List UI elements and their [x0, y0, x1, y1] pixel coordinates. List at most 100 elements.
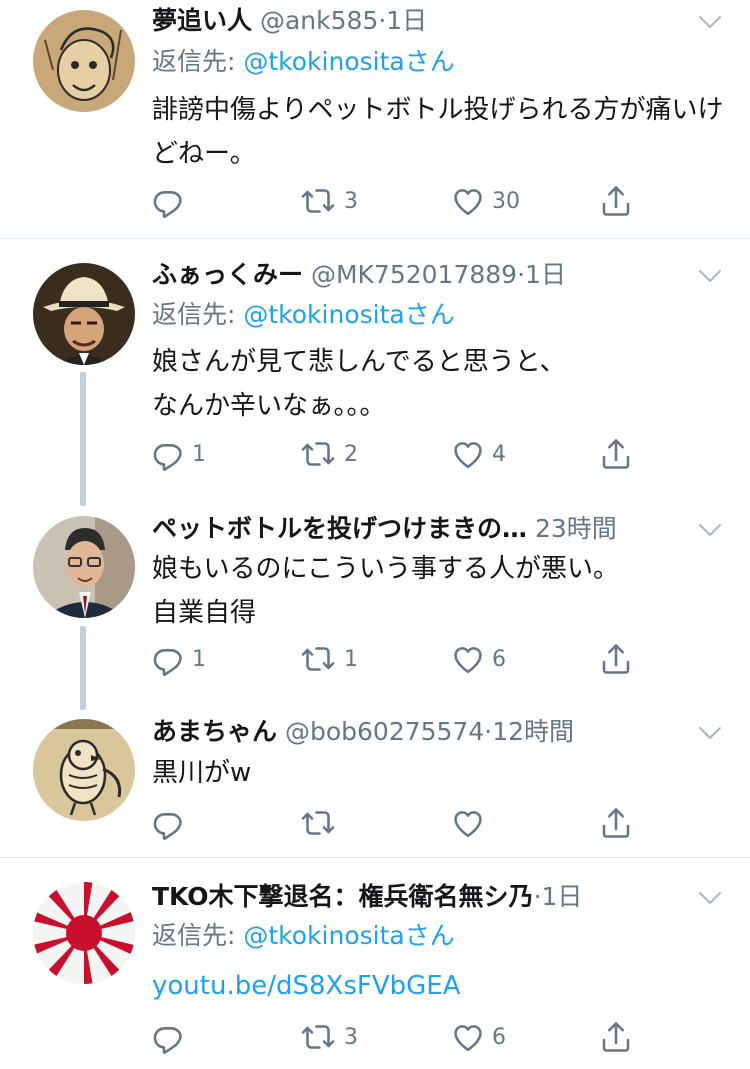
- tweet-text-line: 娘さんが見て悲しんでると思うと、: [152, 347, 566, 377]
- retweet-icon: [298, 1019, 338, 1055]
- like-button[interactable]: 30: [450, 179, 520, 223]
- chevron-down-icon[interactable]: [695, 266, 725, 286]
- tweet-text: 娘もいるのにこういう事する人が悪い。 自業自得: [152, 547, 727, 635]
- tweet-header: ペットボトルを投げつけまきの… 23時間: [152, 512, 617, 546]
- timestamp[interactable]: 1日: [525, 260, 566, 289]
- retweet-count: 3: [344, 188, 358, 214]
- share-button[interactable]: [598, 179, 634, 223]
- like-count: 6: [492, 1024, 506, 1050]
- tweet-text: 黒川がw: [152, 758, 252, 788]
- retweet-button[interactable]: 1: [298, 637, 358, 681]
- reply-button[interactable]: [150, 1015, 192, 1059]
- tweet-text-line: 自業自得: [152, 598, 257, 628]
- display-name[interactable]: ふぁっくみー: [152, 260, 303, 289]
- tweet-text: 娘さんが見て悲しんでると思うと、 なんか辛いなぁ。。。: [152, 340, 727, 428]
- replying-to: 返信先: @tkokinositaさん: [152, 919, 455, 953]
- tweet[interactable]: ペットボトルを投げつけまきの… 23時間 娘もいるのにこういう事する人が悪い。 …: [0, 500, 750, 700]
- retweet-icon: [298, 183, 338, 219]
- mention-suffix[interactable]: さん: [405, 47, 455, 76]
- timestamp[interactable]: 1日: [386, 6, 427, 35]
- retweet-button[interactable]: 3: [298, 179, 358, 223]
- reply-button[interactable]: [150, 801, 192, 845]
- chevron-down-icon[interactable]: [695, 12, 725, 32]
- like-icon: [450, 436, 486, 472]
- display-name[interactable]: 夢追い人: [152, 6, 252, 35]
- reply-button[interactable]: 1: [150, 637, 206, 681]
- tweet-link[interactable]: youtu.be/dS8XsFVbGEA: [152, 971, 460, 1001]
- like-count: 4: [492, 441, 506, 467]
- timestamp[interactable]: 1日: [542, 882, 583, 911]
- mention-link[interactable]: @tkokinosita: [243, 47, 404, 76]
- avatar[interactable]: [33, 516, 135, 618]
- avatar[interactable]: [33, 10, 135, 112]
- like-icon: [450, 641, 486, 677]
- like-button[interactable]: 6: [450, 1015, 506, 1059]
- tweet-header: あまちゃん @bob60275574·12時間: [152, 715, 574, 749]
- share-icon: [598, 183, 634, 219]
- tweet-actions: 1 1 6: [0, 637, 750, 681]
- like-icon: [450, 1019, 486, 1055]
- tweet[interactable]: ふぁっくみー @MK752017889·1日 返信先: @tkokinosita…: [0, 239, 750, 489]
- separator-dot: ·: [484, 717, 493, 746]
- reply-prefix: 返信先:: [152, 47, 244, 76]
- timestamp[interactable]: 12時間: [492, 717, 574, 746]
- chevron-down-icon[interactable]: [695, 520, 725, 540]
- mention-suffix[interactable]: さん: [405, 300, 455, 329]
- retweet-icon: [298, 436, 338, 472]
- retweet-icon: [298, 641, 338, 677]
- replying-to: 返信先: @tkokinositaさん: [152, 298, 455, 332]
- retweet-count: 2: [344, 441, 358, 467]
- reply-icon: [150, 805, 186, 841]
- share-icon: [598, 436, 634, 472]
- share-button[interactable]: [598, 432, 634, 476]
- tweet-text: youtu.be/dS8XsFVbGEA: [152, 964, 727, 1008]
- avatar[interactable]: [33, 263, 135, 365]
- retweet-icon: [298, 805, 338, 841]
- like-count: 6: [492, 646, 506, 672]
- retweet-count: 3: [344, 1024, 358, 1050]
- mention-link[interactable]: @tkokinosita: [243, 300, 404, 329]
- reply-button[interactable]: [150, 179, 192, 223]
- reply-icon: [150, 641, 186, 677]
- chevron-down-icon[interactable]: [695, 723, 725, 743]
- display-name[interactable]: あまちゃん: [152, 717, 277, 746]
- reply-prefix: 返信先:: [152, 300, 244, 329]
- mention-link[interactable]: @tkokinosita: [243, 921, 404, 950]
- retweet-button[interactable]: [298, 801, 344, 845]
- reply-prefix: 返信先:: [152, 921, 244, 950]
- like-icon: [450, 805, 486, 841]
- reply-count: 1: [192, 441, 206, 467]
- share-button[interactable]: [598, 1015, 634, 1059]
- tweet-header: TKO木下撃退名：権兵衛名無シ乃·1日: [152, 880, 582, 914]
- retweet-button[interactable]: 3: [298, 1015, 358, 1059]
- separator-dot: ·: [533, 882, 542, 911]
- tweet-text: 誹謗中傷よりペットボトル投げられる方が痛いけどねー。: [152, 95, 724, 169]
- display-name[interactable]: TKO木下撃退名：権兵衛名無シ乃: [152, 882, 534, 911]
- tweet-text-line: なんか辛いなぁ。。。: [152, 391, 386, 421]
- reply-icon: [150, 1019, 186, 1055]
- tweet[interactable]: あまちゃん @bob60275574·12時間 黒川がw: [0, 705, 750, 858]
- avatar[interactable]: [33, 882, 135, 984]
- tweet-actions: [0, 801, 750, 845]
- mention-suffix[interactable]: さん: [405, 921, 455, 950]
- share-button[interactable]: [598, 637, 634, 681]
- reply-icon: [150, 183, 186, 219]
- user-handle[interactable]: @bob60275574: [285, 717, 484, 746]
- timestamp[interactable]: 23時間: [535, 514, 617, 543]
- user-handle[interactable]: @ank585: [260, 6, 378, 35]
- retweet-button[interactable]: 2: [298, 432, 358, 476]
- reply-button[interactable]: 1: [150, 432, 206, 476]
- like-button[interactable]: 6: [450, 637, 506, 681]
- display-name[interactable]: ペットボトルを投げつけまきの…: [152, 514, 527, 543]
- user-handle[interactable]: @MK752017889: [311, 260, 517, 289]
- share-button[interactable]: [598, 801, 634, 845]
- tweet[interactable]: TKO木下撃退名：権兵衛名無シ乃·1日 返信先: @tkokinositaさん …: [0, 858, 750, 1069]
- like-count: 30: [492, 188, 520, 214]
- share-icon: [598, 1019, 634, 1055]
- chevron-down-icon[interactable]: [695, 888, 725, 908]
- like-button[interactable]: [450, 801, 492, 845]
- tweet-actions: 1 2 4: [0, 432, 750, 476]
- tweet[interactable]: 夢追い人 @ank585·1日 返信先: @tkokinositaさん 誹謗中傷…: [0, 0, 750, 238]
- like-button[interactable]: 4: [450, 432, 506, 476]
- retweet-count: 1: [344, 646, 358, 672]
